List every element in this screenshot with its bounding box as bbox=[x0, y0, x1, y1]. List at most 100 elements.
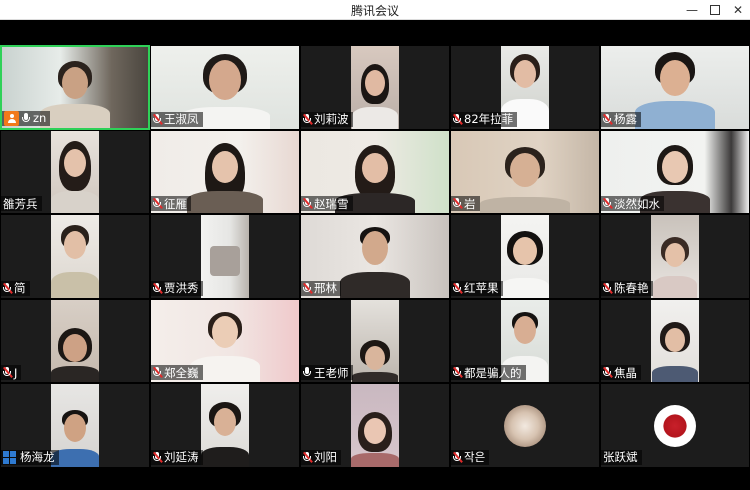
participant-name: 王淑凤 bbox=[164, 112, 199, 127]
participant-name: 岩 bbox=[464, 196, 476, 211]
participant-video bbox=[201, 215, 249, 298]
participant-avatar bbox=[504, 404, 546, 447]
participant-label: 张跃斌 bbox=[601, 449, 642, 465]
close-icon[interactable]: ✕ bbox=[725, 0, 750, 19]
participant-tile[interactable]: 작은 bbox=[450, 383, 600, 468]
participant-tile[interactable]: 刘莉波 bbox=[300, 45, 450, 130]
microphone-muted-icon bbox=[152, 367, 163, 379]
microphone-muted-icon bbox=[452, 367, 463, 379]
participant-label: 刘莉波 bbox=[301, 111, 353, 127]
participant-label: 杨露 bbox=[601, 111, 641, 127]
participant-tile[interactable]: 王淑凤 bbox=[150, 45, 300, 130]
participant-video bbox=[351, 299, 399, 383]
participant-name: zn bbox=[33, 111, 47, 126]
participant-label: 简 bbox=[1, 280, 30, 296]
participant-name: 红苹果 bbox=[464, 281, 499, 296]
participant-video bbox=[51, 130, 99, 214]
microphone-muted-icon bbox=[302, 198, 313, 210]
participant-tile[interactable]: 都是骗人的 bbox=[450, 298, 600, 384]
participant-label: 郑全巍 bbox=[151, 365, 203, 381]
participant-tile[interactable]: 张跃斌 bbox=[600, 383, 750, 468]
microphone-muted-icon bbox=[602, 113, 613, 125]
microphone-muted-icon bbox=[452, 113, 463, 125]
participant-name: 刘延涛 bbox=[164, 450, 199, 465]
participant-tile[interactable]: zn bbox=[0, 45, 150, 130]
microphone-muted-icon bbox=[602, 282, 613, 294]
microphone-muted-icon bbox=[452, 451, 463, 463]
participant-tile[interactable]: 邢林 bbox=[300, 214, 450, 299]
participant-name: 王老师 bbox=[314, 365, 349, 380]
bottom-toolbar-area bbox=[0, 468, 750, 490]
participant-name: 刘阳 bbox=[314, 450, 337, 465]
participant-video bbox=[51, 215, 99, 298]
participant-tile[interactable]: 淡然如水 bbox=[600, 129, 750, 215]
microphone-muted-icon bbox=[2, 367, 13, 379]
video-grid: zn 王淑凤 刘莉波 82年拉菲 杨露 雒芳兵 征雁 赵瑞雪 岩 淡然如水 简 … bbox=[0, 45, 750, 468]
participant-tile[interactable]: 杨海龙 bbox=[0, 383, 150, 468]
participant-name: 郑全巍 bbox=[164, 365, 199, 380]
participant-label: zn bbox=[2, 110, 51, 126]
participant-avatar bbox=[654, 404, 696, 447]
microphone-muted-icon bbox=[452, 198, 463, 210]
participant-tile[interactable]: 贾洪秀 bbox=[150, 214, 300, 299]
participant-tile[interactable]: 赵瑞雪 bbox=[300, 129, 450, 215]
participant-name: 张跃斌 bbox=[603, 450, 638, 465]
participant-tile[interactable]: 岩 bbox=[450, 129, 600, 215]
microphone-muted-icon bbox=[602, 198, 613, 210]
participant-name: 雒芳兵 bbox=[3, 196, 38, 211]
participant-name: J bbox=[14, 365, 18, 380]
participant-name: 淡然如水 bbox=[614, 196, 660, 211]
participant-label: 刘阳 bbox=[301, 449, 341, 465]
participant-label: 赵瑞雪 bbox=[301, 196, 353, 212]
participant-tile[interactable]: 红苹果 bbox=[450, 214, 600, 299]
participant-tile[interactable]: 杨露 bbox=[600, 45, 750, 130]
host-badge-icon bbox=[4, 110, 19, 126]
participant-tile[interactable]: 王老师 bbox=[300, 298, 450, 384]
participant-tile[interactable]: 刘延涛 bbox=[150, 383, 300, 468]
title-bar: 腾讯会议 — ✕ bbox=[0, 0, 750, 20]
participant-video bbox=[351, 46, 399, 129]
participant-name: 82年拉菲 bbox=[464, 112, 514, 127]
participant-tile[interactable]: 陈春艳 bbox=[600, 214, 750, 299]
participant-name: 邢林 bbox=[314, 281, 337, 296]
participant-label: 红苹果 bbox=[451, 280, 503, 296]
participant-name: 贾洪秀 bbox=[164, 281, 199, 296]
participant-label: 82年拉菲 bbox=[451, 111, 518, 127]
participant-tile[interactable]: 郑全巍 bbox=[150, 298, 300, 384]
participant-label: 陈春艳 bbox=[601, 280, 653, 296]
participant-video bbox=[51, 299, 99, 383]
participant-video bbox=[651, 299, 699, 383]
participant-video bbox=[501, 215, 549, 298]
participant-name: 작은 bbox=[464, 450, 486, 465]
participant-label: 都是骗人的 bbox=[451, 365, 526, 381]
participant-label: 작은 bbox=[451, 449, 490, 465]
participant-tile[interactable]: 雒芳兵 bbox=[0, 129, 150, 215]
participant-tile[interactable]: 焦晶 bbox=[600, 298, 750, 384]
participant-label: 焦晶 bbox=[601, 365, 641, 381]
screen-share-icon bbox=[3, 450, 16, 464]
participant-label: 雒芳兵 bbox=[1, 196, 42, 212]
participant-tile[interactable]: 82年拉菲 bbox=[450, 45, 600, 130]
participant-tile[interactable]: J bbox=[0, 298, 150, 384]
participant-video bbox=[201, 384, 249, 467]
participant-name: 简 bbox=[14, 281, 26, 296]
window-title: 腾讯会议 bbox=[350, 4, 399, 18]
participant-tile[interactable]: 刘阳 bbox=[300, 383, 450, 468]
participant-label: J bbox=[1, 365, 22, 381]
microphone-muted-icon bbox=[302, 451, 313, 463]
microphone-icon bbox=[303, 367, 312, 378]
participant-label: 邢林 bbox=[301, 280, 341, 296]
participant-name: 征雁 bbox=[164, 196, 187, 211]
participant-label: 岩 bbox=[451, 196, 480, 212]
participant-label: 刘延涛 bbox=[151, 449, 203, 465]
top-toolbar-area bbox=[0, 20, 750, 45]
microphone-muted-icon bbox=[602, 367, 613, 379]
participant-name: 陈春艳 bbox=[614, 281, 649, 296]
participant-label: 贾洪秀 bbox=[151, 280, 203, 296]
participant-tile[interactable]: 简 bbox=[0, 214, 150, 299]
participant-tile[interactable]: 征雁 bbox=[150, 129, 300, 215]
microphone-muted-icon bbox=[152, 198, 163, 210]
microphone-muted-icon bbox=[302, 113, 313, 125]
participant-label: 征雁 bbox=[151, 196, 191, 212]
participant-label: 王淑凤 bbox=[151, 111, 203, 127]
